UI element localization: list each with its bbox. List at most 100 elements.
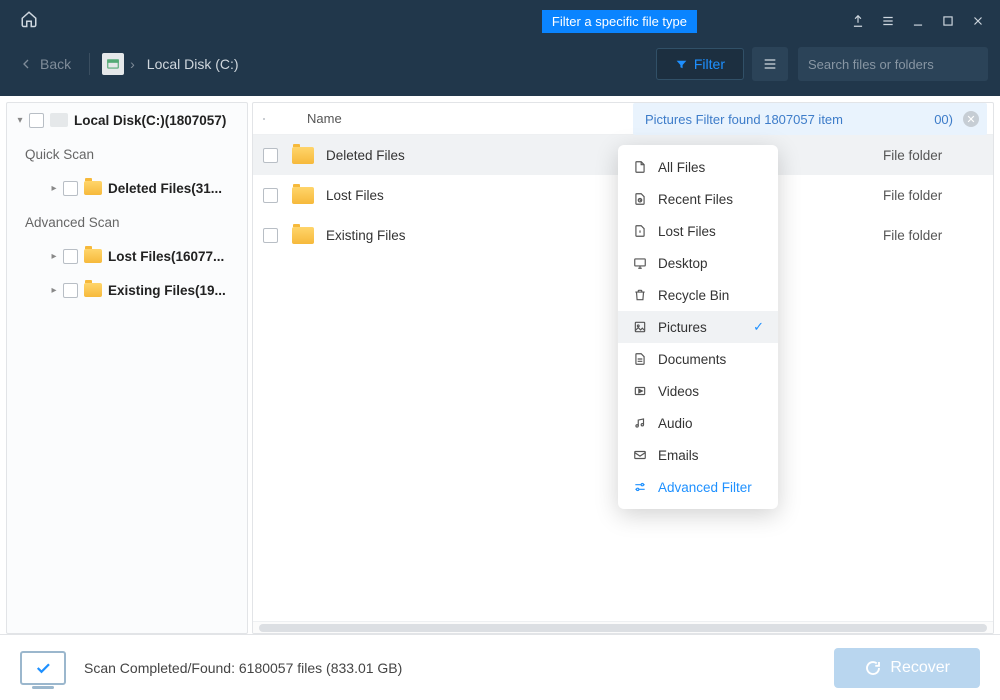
filter-option-recent[interactable]: Recent Files — [618, 183, 778, 215]
option-label: Lost Files — [658, 224, 716, 239]
toolbar: Back › Local Disk (C:) Filter — [0, 42, 1000, 96]
recover-label: Recover — [890, 659, 950, 677]
folder-icon — [292, 227, 314, 244]
filter-result-banner: Pictures Filter found 1807057 item 00) ✕ — [633, 103, 987, 135]
workspace: ▾ Local Disk(C:)(1807057) Quick Scan ▸ D… — [0, 96, 1000, 634]
desktop-icon — [632, 255, 648, 271]
chevron-down-icon[interactable]: ▾ — [13, 115, 27, 126]
sidebar-tree: ▾ Local Disk(C:)(1807057) Quick Scan ▸ D… — [6, 102, 248, 634]
option-label: Audio — [658, 416, 693, 431]
scan-complete-icon — [20, 651, 66, 685]
file-list-header: Name Pictures Filter found 1807057 item … — [253, 103, 993, 135]
tree-item-label: Lost Files(16077... — [108, 249, 224, 264]
mail-icon — [632, 447, 648, 463]
option-label: Videos — [658, 384, 699, 399]
image-icon — [632, 319, 648, 335]
maximize-icon[interactable] — [934, 7, 962, 35]
separator — [89, 53, 90, 75]
titlebar: Filter a specific file type — [0, 0, 1000, 42]
folder-icon — [84, 249, 102, 263]
filter-option-documents[interactable]: Documents — [618, 343, 778, 375]
row-name: Deleted Files — [326, 148, 405, 163]
chevron-right-icon[interactable]: ▸ — [47, 183, 61, 194]
tree-item-deleted[interactable]: ▸ Deleted Files(31... — [7, 171, 247, 205]
chevron-right-icon[interactable]: ▸ — [47, 251, 61, 262]
row-checkbox[interactable] — [263, 148, 278, 163]
footer: Scan Completed/Found: 6180057 files (833… — [0, 634, 1000, 700]
document-icon — [632, 351, 648, 367]
tree-section-quick: Quick Scan — [7, 137, 247, 171]
back-button[interactable]: Back — [12, 52, 77, 76]
tree-item-label: Existing Files(19... — [108, 283, 226, 298]
row-type: File folder — [883, 228, 993, 243]
filter-option-advanced[interactable]: Advanced Filter — [618, 471, 778, 503]
sliders-icon — [632, 479, 648, 495]
filter-option-all[interactable]: All Files — [618, 151, 778, 183]
file-icon — [632, 159, 648, 175]
tree-item-label: Deleted Files(31... — [108, 181, 222, 196]
breadcrumb-location[interactable]: Local Disk (C:) — [147, 56, 239, 72]
chevron-right-icon[interactable]: ▸ — [47, 285, 61, 296]
column-name[interactable]: Name — [297, 111, 342, 126]
row-checkbox[interactable] — [263, 188, 278, 203]
close-icon[interactable] — [964, 7, 992, 35]
menu-icon[interactable] — [874, 7, 902, 35]
select-all-checkbox[interactable] — [263, 118, 265, 120]
row-name: Existing Files — [326, 228, 406, 243]
check-icon: ✓ — [753, 319, 764, 335]
share-icon[interactable] — [844, 7, 872, 35]
audio-icon — [632, 415, 648, 431]
folder-icon — [84, 181, 102, 195]
recover-button[interactable]: Recover — [834, 648, 980, 688]
row-type: File folder — [883, 188, 993, 203]
minimize-icon[interactable] — [904, 7, 932, 35]
disk-icon — [50, 113, 68, 127]
scan-status: Scan Completed/Found: 6180057 files (833… — [84, 660, 402, 676]
filter-option-desktop[interactable]: Desktop — [618, 247, 778, 279]
option-label: Pictures — [658, 320, 707, 335]
filter-option-videos[interactable]: Videos — [618, 375, 778, 407]
tree-root[interactable]: ▾ Local Disk(C:)(1807057) — [7, 103, 247, 137]
trash-icon — [632, 287, 648, 303]
scrollbar-thumb[interactable] — [259, 624, 987, 632]
tree-item-checkbox[interactable] — [63, 249, 78, 264]
option-label: Recent Files — [658, 192, 733, 207]
tree-section-advanced: Advanced Scan — [7, 205, 247, 239]
filter-button[interactable]: Filter — [656, 48, 744, 80]
close-icon[interactable]: ✕ — [963, 111, 979, 127]
search-box[interactable] — [798, 47, 988, 81]
filter-option-emails[interactable]: Emails — [618, 439, 778, 471]
search-input[interactable] — [808, 57, 984, 72]
folder-icon — [84, 283, 102, 297]
filter-option-recycle[interactable]: Recycle Bin — [618, 279, 778, 311]
option-label: Desktop — [658, 256, 708, 271]
back-label: Back — [40, 56, 71, 72]
clock-file-icon — [632, 191, 648, 207]
folder-icon — [292, 147, 314, 164]
filter-option-pictures[interactable]: Pictures ✓ — [618, 311, 778, 343]
option-label: All Files — [658, 160, 705, 175]
tree-root-checkbox[interactable] — [29, 113, 44, 128]
tree-item-lost[interactable]: ▸ Lost Files(16077... — [7, 239, 247, 273]
tree-root-label: Local Disk(C:)(1807057) — [74, 113, 226, 128]
option-label: Recycle Bin — [658, 288, 729, 303]
filter-option-audio[interactable]: Audio — [618, 407, 778, 439]
row-name: Lost Files — [326, 188, 384, 203]
filter-label: Filter — [694, 56, 725, 72]
tree-item-existing[interactable]: ▸ Existing Files(19... — [7, 273, 247, 307]
option-label: Advanced Filter — [658, 480, 752, 495]
tree-item-checkbox[interactable] — [63, 181, 78, 196]
horizontal-scrollbar[interactable] — [253, 621, 993, 633]
file-list: Name Pictures Filter found 1807057 item … — [252, 102, 994, 634]
video-icon — [632, 383, 648, 399]
row-checkbox[interactable] — [263, 228, 278, 243]
row-type: File folder — [883, 148, 993, 163]
filter-option-lost[interactable]: Lost Files — [618, 215, 778, 247]
lost-file-icon — [632, 223, 648, 239]
tree-item-checkbox[interactable] — [63, 283, 78, 298]
folder-icon — [292, 187, 314, 204]
home-icon[interactable] — [8, 10, 38, 33]
option-label: Documents — [658, 352, 726, 367]
view-toggle-button[interactable] — [752, 47, 788, 81]
disk-icon — [102, 53, 124, 75]
